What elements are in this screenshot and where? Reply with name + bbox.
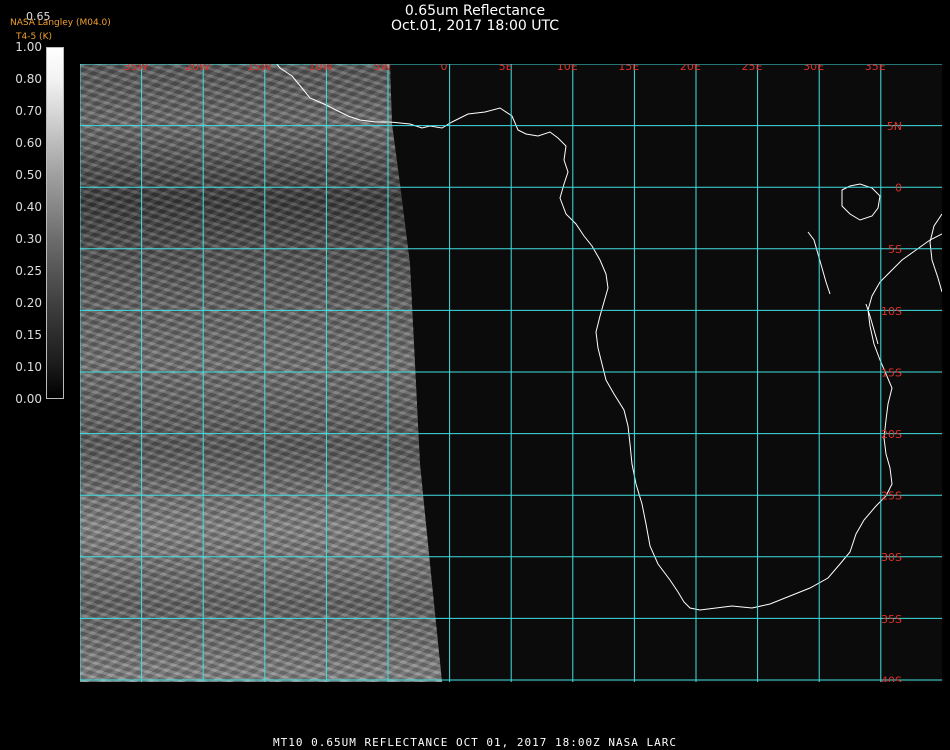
longitude-label: 10W [308,64,333,73]
lat-lon-grid [80,64,942,682]
latitude-label: 20S [881,428,902,441]
coastline [276,64,942,611]
colorbar-tick-label: 0.30 [15,232,42,246]
longitude-label: 5W [373,64,391,73]
latitude-label: 30S [881,551,902,564]
colorbar-top-label: 0.65 [26,10,51,23]
latitude-label: 35S [881,613,902,626]
latitude-label: 5N [887,120,902,133]
colorbar-tick-label: 0.40 [15,200,42,214]
lake-victoria-coastline [841,183,881,221]
longitude-label: 10E [557,64,578,73]
longitude-label: 35E [865,64,886,73]
latitude-label: 25S [881,490,902,503]
latitude-label: 40S [881,674,902,682]
longitude-label: 20W [185,64,210,73]
colorbar-tick-label: 0.10 [15,360,42,374]
map-timestamp: Oct.01, 2017 18:00 UTC [391,18,559,34]
colorbar-tick-label: 0.50 [15,168,42,182]
latitude-label: 0 [895,182,902,195]
longitude-label: 20E [680,64,701,73]
longitude-labels: 35W 20W 15W 10W 5W 0 5E 10E 15E 20E 25E 30E 35E [124,64,886,73]
africa-coastline [389,107,942,611]
longitude-label: 15E [618,64,639,73]
longitude-label: 5E [499,64,513,73]
colorbar-tick-label: 0.20 [15,296,42,310]
colorbar-tick-label: 0.80 [15,72,42,86]
longitude-label: 35W [124,64,149,73]
longitude-label: 0 [441,64,448,73]
latitude-label: 10S [881,305,902,318]
colorbar-tick-label: 1.00 [15,40,42,54]
colorbar-tick-label: 0.60 [15,136,42,150]
madagascar-west-coast [929,213,942,293]
longitude-label: 25E [742,64,763,73]
latitude-label: 5S [888,243,902,256]
status-footer: MT10 0.65UM REFLECTANCE OCT 01, 2017 18:… [273,736,677,749]
latitude-label: 15S [881,366,902,379]
colorbar-tick-label: 0.15 [15,328,42,342]
latitude-labels: 5N 0 5S 10S 15S 20S 25S 30S 35S 40S [881,120,902,682]
map-title: 0.65um Reflectance [404,3,546,19]
colorbar-tick-label: 0.70 [15,104,42,118]
colorbar-tick-label: 0.25 [15,264,42,278]
longitude-label: 30E [803,64,824,73]
colorbar [46,47,64,399]
longitude-label: 15W [247,64,272,73]
satellite-map: 35W 20W 15W 10W 5W 0 5E 10E 15E 20E 25E 30E 35E 5N 0 5… [80,64,942,682]
colorbar-tick-label: 0.00 [15,392,42,406]
